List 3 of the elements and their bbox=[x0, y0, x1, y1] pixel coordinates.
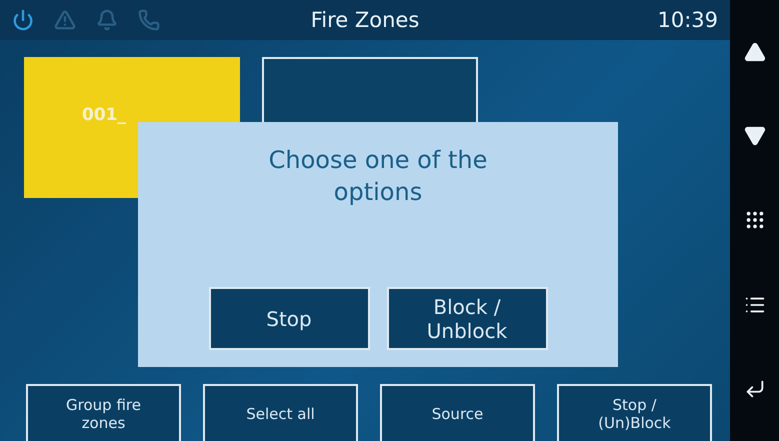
dialog-message: Choose one of the options bbox=[268, 145, 488, 208]
clock: 10:39 bbox=[656, 8, 718, 32]
screen-title: Fire Zones bbox=[310, 8, 420, 32]
